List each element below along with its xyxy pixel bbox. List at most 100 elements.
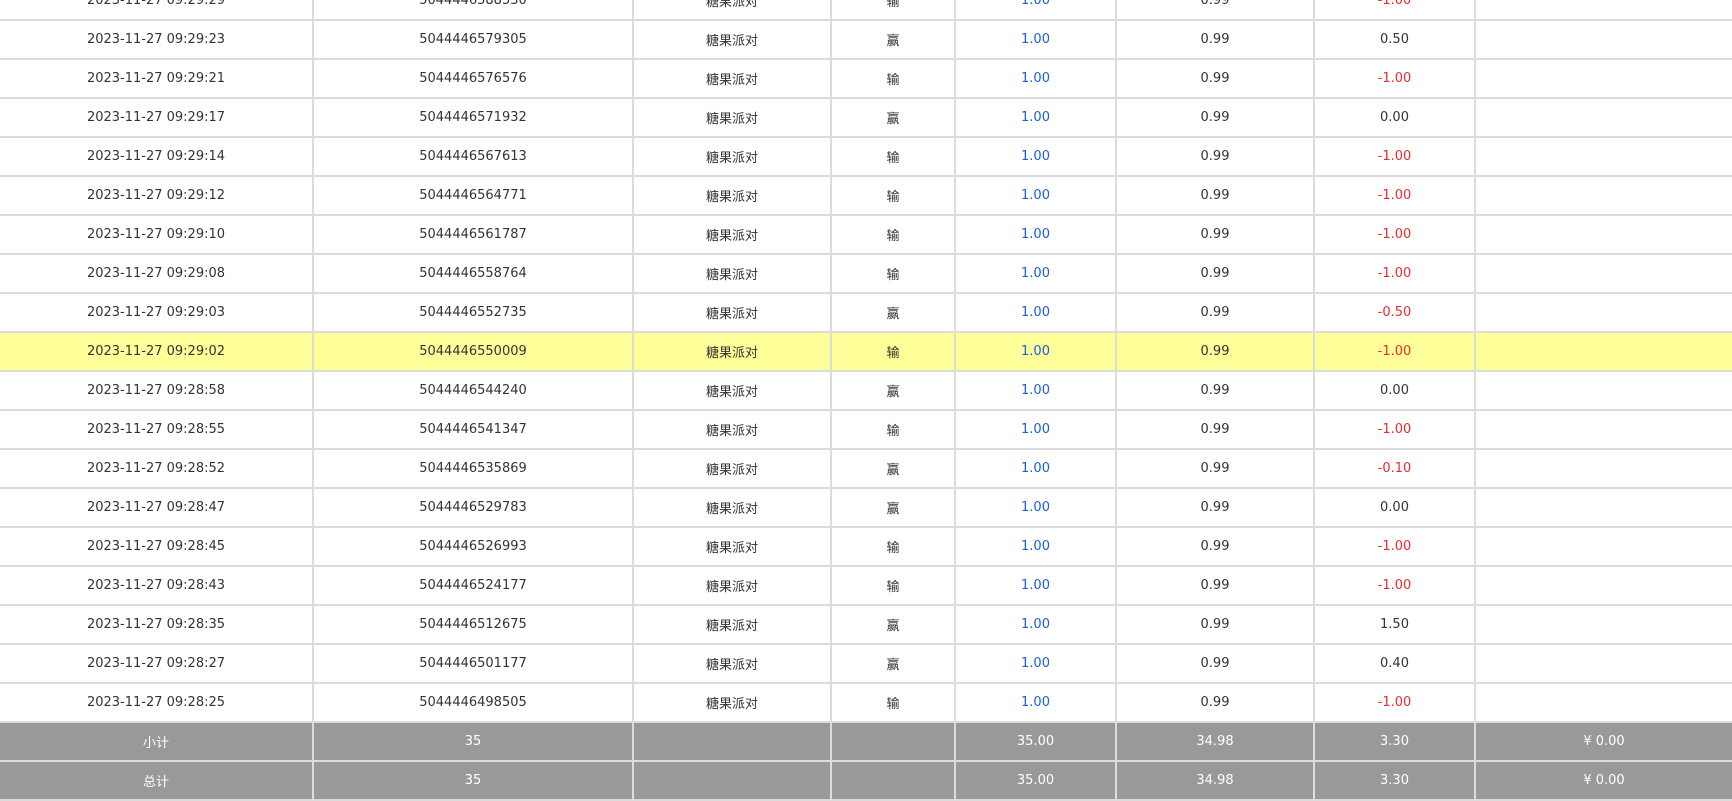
- row-profit: 0.40: [1313, 643, 1476, 684]
- row-extra: [1474, 292, 1732, 333]
- row-profit: 0.00: [1313, 97, 1476, 138]
- bet-records-table: 2023-11-27 09:29:29 5044446588530 糖果派对输 1.0…: [0, 0, 1732, 801]
- table-row[interactable]: 2023-11-27 09:29:12 5044446564771 糖果派对输 1.0…: [0, 175, 1732, 216]
- table-row[interactable]: 2023-11-27 09:28:27 5044446501177 糖果派对赢 1.0…: [0, 643, 1732, 684]
- row-time: 2023-11-27 09:29:29: [0, 0, 314, 21]
- table-row[interactable]: 2023-11-27 09:28:45 5044446526993 糖果派对输 1.0…: [0, 526, 1732, 567]
- row-extra: [1474, 253, 1732, 294]
- table-row[interactable]: 2023-11-27 09:28:58 5044446544240 糖果派对赢 1.0…: [0, 370, 1732, 411]
- row-profit: -1.00: [1313, 0, 1476, 21]
- row-order-id: 5044446588530: [312, 0, 634, 21]
- row-result: 赢: [830, 292, 956, 333]
- row-game: 糖果派对: [632, 565, 832, 606]
- row-result: 赢: [830, 19, 956, 60]
- row-valid-bet: 0.99: [1115, 97, 1315, 138]
- row-order-id: 5044446501177: [312, 643, 634, 684]
- row-time: 2023-11-27 09:28:58: [0, 370, 314, 411]
- table-row[interactable]: 2023-11-27 09:28:35 5044446512675 糖果派对赢 1.0…: [0, 604, 1732, 645]
- total-count: 35: [312, 760, 634, 801]
- row-result: 赢: [830, 448, 956, 489]
- row-valid-bet: 0.99: [1115, 448, 1315, 489]
- row-order-id: 5044446535869: [312, 448, 634, 489]
- row-order-id: 5044446498505: [312, 682, 634, 723]
- row-bet: 1.00: [954, 19, 1117, 60]
- row-extra: [1474, 448, 1732, 489]
- table-row[interactable]: 2023-11-27 09:28:25 5044446498505 糖果派对输 1.0…: [0, 682, 1732, 723]
- row-valid-bet: 0.99: [1115, 604, 1315, 645]
- row-bet: 1.00: [954, 292, 1117, 333]
- row-game: 糖果派对: [632, 58, 832, 99]
- row-result: 输: [830, 331, 956, 372]
- row-valid-bet: 0.99: [1115, 292, 1315, 333]
- row-bet: 1.00: [954, 0, 1117, 21]
- table-row[interactable]: 2023-11-27 09:29:23 5044446579305 糖果派对赢 1.0…: [0, 19, 1732, 60]
- table-row[interactable]: 2023-11-27 09:29:29 5044446588530 糖果派对输 1.0…: [0, 0, 1732, 21]
- row-profit: -1.00: [1313, 175, 1476, 216]
- row-time: 2023-11-27 09:28:45: [0, 526, 314, 567]
- table-row[interactable]: 2023-11-27 09:29:14 5044446567613 糖果派对输 1.0…: [0, 136, 1732, 177]
- row-result: 输: [830, 682, 956, 723]
- row-time: 2023-11-27 09:29:08: [0, 253, 314, 294]
- row-time: 2023-11-27 09:29:21: [0, 58, 314, 99]
- row-game: 糖果派对: [632, 214, 832, 255]
- table-row[interactable]: 2023-11-27 09:28:43 5044446524177 糖果派对输 1.0…: [0, 565, 1732, 606]
- total-profit: 3.30: [1313, 760, 1476, 801]
- row-time: 2023-11-27 09:29:14: [0, 136, 314, 177]
- row-result: 输: [830, 214, 956, 255]
- row-bet: 1.00: [954, 487, 1117, 528]
- row-profit: -0.50: [1313, 292, 1476, 333]
- table-row[interactable]: 2023-11-27 09:29:10 5044446561787 糖果派对输 1.0…: [0, 214, 1732, 255]
- row-result: 赢: [830, 370, 956, 411]
- row-bet: 1.00: [954, 643, 1117, 684]
- table-row[interactable]: 2023-11-27 09:29:03 5044446552735 糖果派对赢 1.0…: [0, 292, 1732, 333]
- row-extra: [1474, 643, 1732, 684]
- table-row[interactable]: 2023-11-27 09:29:21 5044446576576 糖果派对输 1.0…: [0, 58, 1732, 99]
- records-body: 2023-11-27 09:29:29 5044446588530 糖果派对输 1.0…: [0, 0, 1732, 801]
- row-game: 糖果派对: [632, 253, 832, 294]
- row-extra: [1474, 604, 1732, 645]
- table-row[interactable]: 2023-11-27 09:28:55 5044446541347 糖果派对输 1.0…: [0, 409, 1732, 450]
- row-extra: [1474, 58, 1732, 99]
- row-result: 赢: [830, 604, 956, 645]
- row-extra: [1474, 331, 1732, 372]
- row-bet: 1.00: [954, 409, 1117, 450]
- row-bet: 1.00: [954, 448, 1117, 489]
- row-extra: [1474, 0, 1732, 21]
- table-row[interactable]: 2023-11-27 09:28:52 5044446535869 糖果派对赢 1.0…: [0, 448, 1732, 489]
- row-order-id: 5044446579305: [312, 19, 634, 60]
- row-extra: [1474, 487, 1732, 528]
- row-result: 输: [830, 136, 956, 177]
- row-bet: 1.00: [954, 565, 1117, 606]
- row-extra: [1474, 175, 1732, 216]
- row-bet: 1.00: [954, 604, 1117, 645]
- row-valid-bet: 0.99: [1115, 331, 1315, 372]
- row-game: 糖果派对: [632, 526, 832, 567]
- row-profit: -0.10: [1313, 448, 1476, 489]
- table-row[interactable]: 2023-11-27 09:28:47 5044446529783 糖果派对赢 1.0…: [0, 487, 1732, 528]
- row-time: 2023-11-27 09:28:35: [0, 604, 314, 645]
- row-valid-bet: 0.99: [1115, 175, 1315, 216]
- row-game: 糖果派对: [632, 409, 832, 450]
- row-profit: -1.00: [1313, 58, 1476, 99]
- row-game: 糖果派对: [632, 331, 832, 372]
- subtotal-profit: 3.30: [1313, 721, 1476, 762]
- total-bet: 35.00: [954, 760, 1117, 801]
- row-time: 2023-11-27 09:28:52: [0, 448, 314, 489]
- subtotal-valid-bet: 34.98: [1115, 721, 1315, 762]
- row-bet: 1.00: [954, 175, 1117, 216]
- subtotal-count: 35: [312, 721, 634, 762]
- row-profit: 0.00: [1313, 487, 1476, 528]
- row-valid-bet: 0.99: [1115, 58, 1315, 99]
- row-result: 赢: [830, 97, 956, 138]
- row-time: 2023-11-27 09:28:27: [0, 643, 314, 684]
- row-valid-bet: 0.99: [1115, 0, 1315, 21]
- table-row[interactable]: 2023-11-27 09:29:02 5044446550009 糖果派对输 1.0…: [0, 331, 1732, 372]
- row-time: 2023-11-27 09:29:03: [0, 292, 314, 333]
- row-order-id: 5044446529783: [312, 487, 634, 528]
- total-extra: ¥ 0.00: [1474, 760, 1732, 801]
- row-extra: [1474, 682, 1732, 723]
- table-row[interactable]: 2023-11-27 09:29:17 5044446571932 糖果派对赢 1.0…: [0, 97, 1732, 138]
- table-row[interactable]: 2023-11-27 09:29:08 5044446558764 糖果派对输 1.0…: [0, 253, 1732, 294]
- row-profit: -1.00: [1313, 136, 1476, 177]
- row-valid-bet: 0.99: [1115, 526, 1315, 567]
